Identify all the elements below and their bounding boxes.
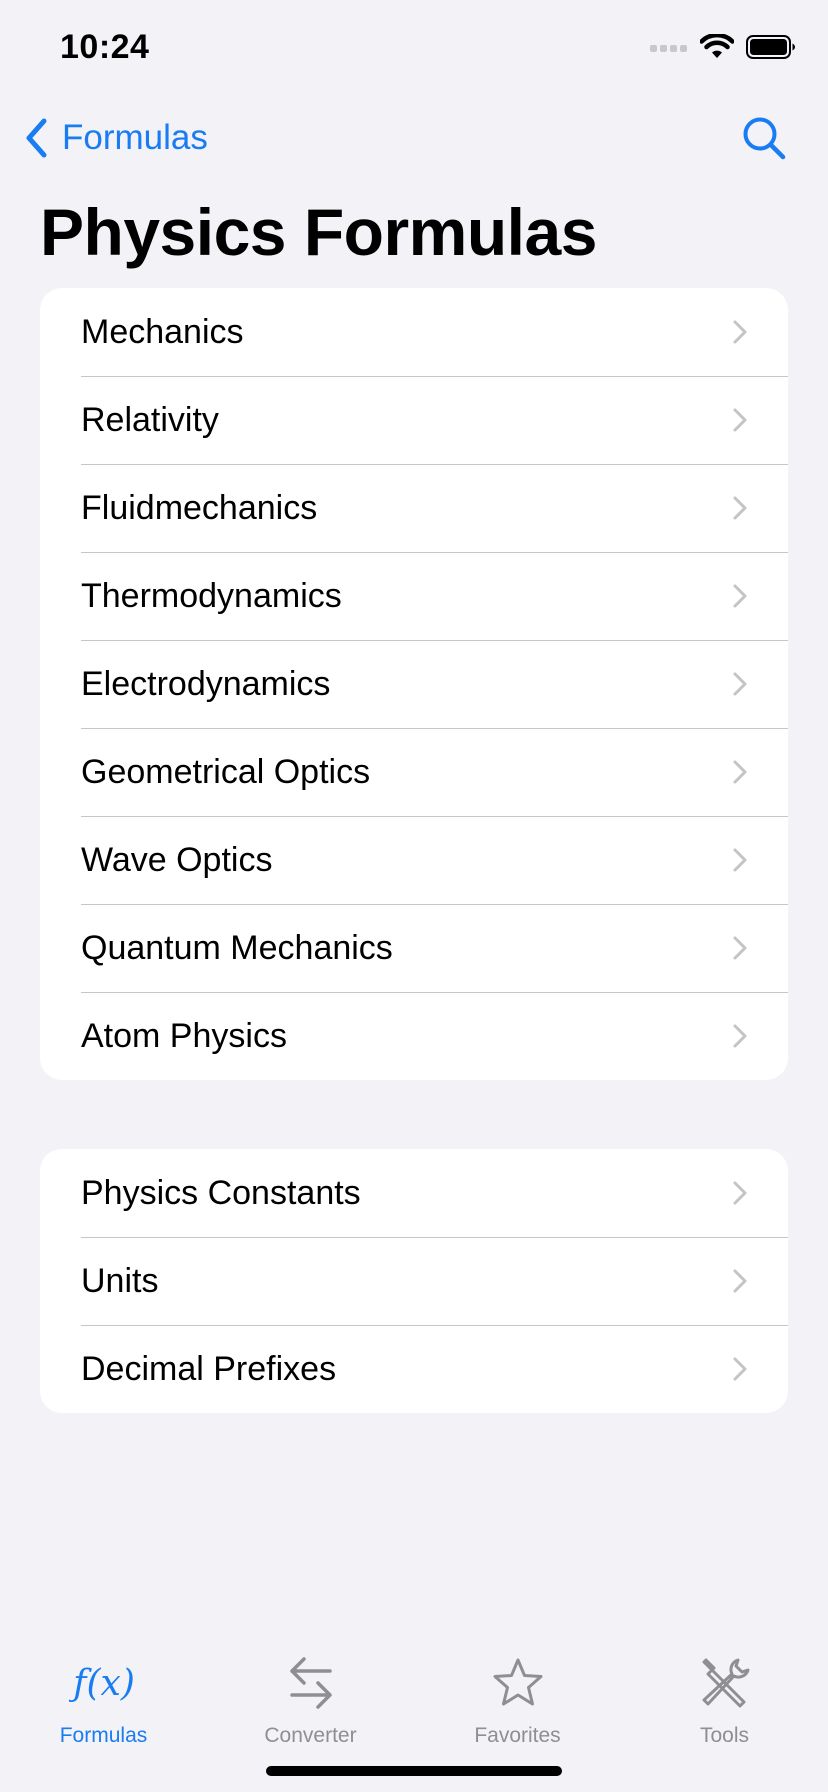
back-button-label: Formulas bbox=[62, 118, 208, 157]
status-time: 10:24 bbox=[60, 28, 150, 66]
list-item-physics-constants[interactable]: Physics Constants bbox=[40, 1149, 788, 1237]
tab-tools[interactable]: Tools bbox=[621, 1652, 828, 1748]
battery-icon bbox=[746, 35, 795, 59]
list-item-mechanics[interactable]: Mechanics bbox=[40, 288, 788, 376]
status-icons bbox=[650, 34, 796, 60]
chevron-right-icon bbox=[733, 320, 747, 344]
wifi-icon bbox=[700, 34, 734, 58]
list-item-units[interactable]: Units bbox=[40, 1237, 788, 1325]
list-item-fluidmechanics[interactable]: Fluidmechanics bbox=[40, 464, 788, 552]
tab-favorites[interactable]: Favorites bbox=[414, 1652, 621, 1748]
topics-list: Mechanics Relativity Fluidmechanics Ther… bbox=[40, 288, 788, 1080]
tab-label: Formulas bbox=[59, 1724, 148, 1747]
chevron-right-icon bbox=[733, 408, 747, 432]
tools-icon bbox=[702, 1658, 749, 1708]
star-icon bbox=[493, 1658, 542, 1706]
tab-converter[interactable]: Converter bbox=[207, 1652, 414, 1748]
list-item-label: Atom Physics bbox=[81, 1017, 287, 1055]
list-item-label: Mechanics bbox=[81, 313, 244, 351]
chevron-right-icon bbox=[733, 672, 747, 696]
svg-text:ƒ(x): ƒ(x) bbox=[69, 1663, 135, 1704]
chevron-right-icon bbox=[733, 1024, 747, 1048]
list-item-label: Quantum Mechanics bbox=[81, 929, 393, 967]
tab-formulas[interactable]: ƒ(x) Formulas bbox=[0, 1652, 207, 1748]
list-item-wave-optics[interactable]: Wave Optics bbox=[40, 816, 788, 904]
cellular-signal-icon bbox=[650, 45, 687, 52]
list-item-label: Thermodynamics bbox=[81, 577, 342, 615]
list-item-label: Relativity bbox=[81, 401, 219, 439]
status-bar: 10:24 bbox=[0, 0, 828, 100]
chevron-right-icon bbox=[733, 496, 747, 520]
chevron-left-icon bbox=[26, 118, 47, 158]
list-item-atom-physics[interactable]: Atom Physics bbox=[40, 992, 788, 1080]
chevron-right-icon bbox=[733, 936, 747, 960]
list-item-geometrical-optics[interactable]: Geometrical Optics bbox=[40, 728, 788, 816]
list-item-thermodynamics[interactable]: Thermodynamics bbox=[40, 552, 788, 640]
list-item-label: Fluidmechanics bbox=[81, 489, 318, 527]
chevron-right-icon bbox=[733, 1181, 747, 1205]
tab-label: Favorites bbox=[474, 1724, 561, 1747]
list-item-relativity[interactable]: Relativity bbox=[40, 376, 788, 464]
list-item-electrodynamics[interactable]: Electrodynamics bbox=[40, 640, 788, 728]
list-item-label: Geometrical Optics bbox=[81, 753, 371, 791]
page-title: Physics Formulas bbox=[40, 195, 597, 269]
tab-bar: ƒ(x) Formulas Converter Favorites Tools bbox=[0, 1622, 828, 1792]
chevron-right-icon bbox=[733, 760, 747, 784]
list-item-label: Wave Optics bbox=[81, 841, 273, 879]
back-button[interactable]: Formulas bbox=[24, 118, 208, 158]
search-icon bbox=[743, 117, 786, 160]
navigation-bar: Formulas bbox=[0, 110, 828, 170]
function-icon: ƒ(x) bbox=[69, 1663, 135, 1704]
chevron-right-icon bbox=[733, 848, 747, 872]
arrows-exchange-icon bbox=[289, 1657, 332, 1709]
list-item-decimal-prefixes[interactable]: Decimal Prefixes bbox=[40, 1325, 788, 1413]
list-item-label: Electrodynamics bbox=[81, 665, 331, 703]
search-button[interactable] bbox=[740, 114, 788, 162]
list-item-quantum-mechanics[interactable]: Quantum Mechanics bbox=[40, 904, 788, 992]
reference-list: Physics Constants Units Decimal Prefixes bbox=[40, 1149, 788, 1413]
list-item-label: Physics Constants bbox=[81, 1174, 361, 1212]
list-item-label: Decimal Prefixes bbox=[81, 1350, 337, 1388]
home-indicator bbox=[266, 1766, 562, 1776]
list-item-label: Units bbox=[81, 1262, 159, 1300]
chevron-right-icon bbox=[733, 584, 747, 608]
chevron-right-icon bbox=[733, 1357, 747, 1381]
tab-label: Tools bbox=[699, 1724, 750, 1747]
tab-label: Converter bbox=[264, 1724, 357, 1747]
chevron-right-icon bbox=[733, 1269, 747, 1293]
